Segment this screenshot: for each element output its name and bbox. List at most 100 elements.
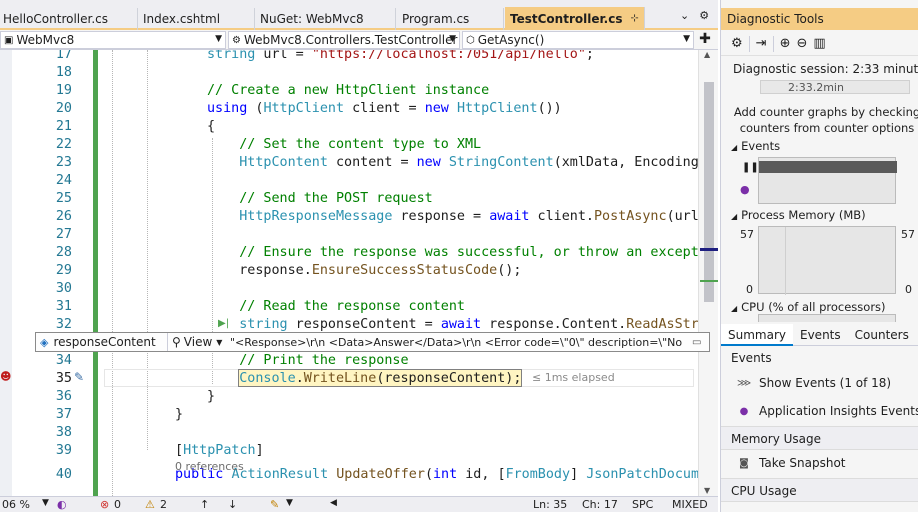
code-line[interactable]: 39 [HttpPatch] [0,442,718,460]
code-line[interactable]: 24 [0,172,718,190]
tab-counters[interactable]: Counters [848,324,916,346]
view-label: View [183,335,213,349]
code-line[interactable]: 31 // Read the response content [0,298,718,316]
class-dropdown[interactable]: ⚙ WebMvc8.Controllers.TestController ▼ [228,31,460,49]
datatip-value[interactable]: "<Response>\r\n <Data>Answer</Data>\r\n … [226,336,686,349]
codelens-references[interactable]: 0 references [175,460,244,473]
gear-icon[interactable]: ⚙ [699,9,709,22]
tab-list-chevron-icon[interactable]: ⌄ [680,9,689,22]
code-line[interactable]: 40 public ActionResult UpdateOffer(int id… [0,466,718,484]
line-endings-indicator[interactable]: MIXED [672,498,708,511]
scrollbar-thumb[interactable] [704,82,714,302]
edit-and-continue-icon[interactable]: ✎ [74,370,84,384]
chevron-down-icon[interactable]: ▼ [42,498,49,508]
memory-section-header[interactable]: ◢ Process Memory (MB) [731,208,866,222]
tab-nuget-webmvc8[interactable]: NuGet: WebMvc8 [255,8,396,30]
tab-events[interactable]: Events [793,324,848,346]
text-visualizer-button[interactable]: ⚲ View ▼ [168,335,226,349]
collapse-triangle-icon[interactable]: ◢ [731,304,737,313]
code-token: Console [239,371,296,386]
scroll-up-icon[interactable]: ▲ [704,50,710,59]
code-line[interactable]: 29 response.EnsureSuccessStatusCode(); [0,262,718,280]
chevron-down-icon[interactable]: ▼ [286,498,293,508]
split-window-icon[interactable]: ✚ [696,31,714,49]
chevron-down-icon[interactable]: ▼ [216,338,222,347]
timeline-ruler[interactable]: 2:33.2min [760,80,910,94]
tab-testcontroller-cs[interactable]: TestController.cs ⊹ ✕ [505,7,645,30]
line-number: 17 [55,50,72,62]
collapse-triangle-icon[interactable]: ◢ [731,212,737,221]
tab-program-cs[interactable]: Program.cs [396,8,504,30]
warning-count[interactable]: 2 [160,498,167,511]
zoom-level[interactable]: 06 % [2,498,30,511]
whitespace-indicator[interactable]: SPC [632,498,653,511]
datatip-variable[interactable]: ◈ responseContent [36,333,168,351]
code-line[interactable]: 26 HttpResponseMessage response = await … [0,208,718,226]
run-to-click-icon[interactable]: ▶| [218,318,229,329]
select-tools-icon[interactable]: ⇥ [756,36,767,51]
code-line[interactable]: 23 HttpContent content = new StringConte… [0,154,718,172]
editor-vertical-scrollbar[interactable]: ▲ ▼ [698,50,718,496]
code-line[interactable]: 27 [0,226,718,244]
diagnostic-tools-title[interactable]: Diagnostic Tools [721,8,918,30]
code-line[interactable]: 30 [0,280,718,298]
show-events-link[interactable]: ⋙ Show Events (1 of 18) [737,376,891,390]
code-line[interactable]: 38 [0,424,718,442]
tab-index-cshtml[interactable]: Index.cshtml [138,8,255,30]
code-line[interactable]: 22 // Set the content type to XML [0,136,718,154]
code-cleanup-icon[interactable]: ✎ [270,498,279,511]
code-token: EnsureSuccessStatusCode [311,263,498,278]
events-timeline-graph[interactable] [758,157,897,204]
error-icon[interactable]: ⊗ [100,498,109,511]
code-line[interactable]: 21 { [0,118,718,136]
tab-summary[interactable]: Summary [721,323,793,346]
code-text: Console.WriteLine(responseContent); [207,370,521,388]
code-token: // Send the POST request [207,191,433,206]
scroll-down-icon[interactable]: ▼ [704,486,710,495]
code-line[interactable]: 37} [0,406,718,424]
gear-icon[interactable]: ⚙ [731,36,743,51]
code-line[interactable]: 17 string url = "https://localhost:7051/a… [0,50,718,64]
events-section-header[interactable]: ◢ Events [731,139,780,153]
pause-icon[interactable]: ❚❚ [742,162,759,173]
cpu-usage-graph[interactable] [758,314,896,322]
arrow-down-icon[interactable]: ↓ [228,498,237,511]
project-dropdown[interactable]: ▣ WebMvc8 ▼ [0,31,226,49]
column-indicator[interactable]: Ch: 17 [582,498,618,511]
code-editor[interactable]: 17 string url = "https://localhost:7051/a… [0,50,718,496]
reset-zoom-icon[interactable]: ▥ [813,36,825,51]
code-line[interactable]: 19 // Create a new HttpClient instance [0,82,718,100]
tab-hellocontroller[interactable]: HelloController.cs [0,8,138,30]
memory-graph-label: Process Memory (MB) [741,208,866,222]
arrow-up-icon[interactable]: ↑ [200,498,209,511]
error-count[interactable]: 0 [114,498,121,511]
code-line[interactable]: 20 using (HttpClient client = new HttpCli… [0,100,718,118]
copilot-icon[interactable]: ◐ [57,498,67,511]
events-summary-header: Events [721,346,918,370]
pin-icon[interactable]: ⊹ [631,13,639,24]
code-text: // Read the response content [207,298,465,316]
cpu-section-header[interactable]: ◢ CPU (% of all processors) [731,300,886,314]
process-memory-graph[interactable] [758,226,896,295]
line-number-indicator[interactable]: Ln: 35 [533,498,567,511]
code-line[interactable]: 28 // Ensure the response was successful… [0,244,718,262]
collapse-triangle-icon[interactable]: ◢ [731,143,737,152]
zoom-in-icon[interactable]: ⊕ [780,36,791,51]
take-snapshot-button[interactable]: ◙ Take Snapshot [737,456,845,470]
warning-icon[interactable]: ⚠ [145,498,155,511]
code-line[interactable]: 18 [0,64,718,82]
code-token: using [207,101,248,116]
pin-datatip-icon[interactable]: ▭ [692,337,701,348]
toolbar-separator [748,35,750,52]
debugger-datatip[interactable]: ◈ responseContent ⚲ View ▼ "<Response>\r… [35,332,710,352]
code-line[interactable]: 34 // Print the response [0,352,718,370]
code-line[interactable]: 36} [0,388,718,406]
line-number: 24 [55,173,72,188]
app-insights-events-link[interactable]: ● Application Insights Events (0 o [737,404,918,418]
csharp-project-icon: ▣ [4,34,14,46]
code-line[interactable]: 25 // Send the POST request [0,190,718,208]
scroll-left-icon[interactable]: ◀ [330,498,337,508]
zoom-out-icon[interactable]: ⊖ [796,36,807,51]
member-dropdown[interactable]: ⬡ GetAsync() ▼ [462,31,694,49]
scrollbar-caret-marker [700,248,718,251]
